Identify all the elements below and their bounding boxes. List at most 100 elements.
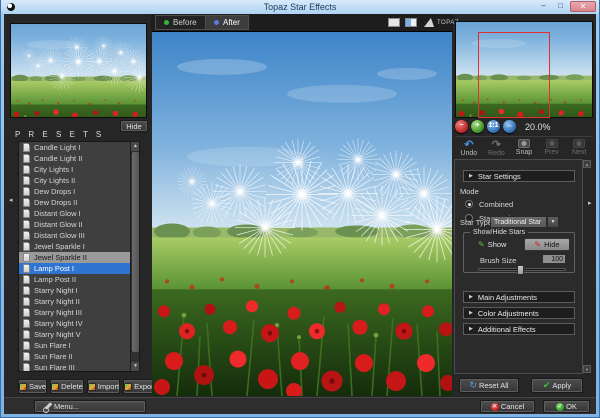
preset-doc-icon (23, 242, 30, 251)
titlebar[interactable]: Topaz Star Effects – □ ✕ (1, 0, 599, 14)
preset-item[interactable]: Sun Flare I (19, 340, 139, 351)
preset-list[interactable]: Candle Light I Candle Light II City Ligh… (18, 141, 140, 372)
preset-actions: Save Delete Import Export (18, 379, 140, 394)
star-type-label: Star Type (460, 218, 492, 227)
show-brush-icon: ✎ (478, 241, 485, 249)
split-view-icon[interactable] (405, 18, 417, 27)
adjustment-panel-header[interactable]: Main Adjustments (463, 291, 575, 303)
preset-item[interactable]: Jewel Sparkle II (19, 252, 139, 263)
history-toolbar: Undo Redo Snap Prev (455, 139, 593, 160)
single-view-icon[interactable] (388, 18, 400, 27)
preset-action-button[interactable]: Save (18, 379, 47, 394)
logo-triangle-icon (424, 18, 436, 27)
preset-label: Starry Night III (34, 308, 82, 317)
dropdown-arrow-icon[interactable]: ▼ (547, 216, 559, 228)
thumbnail-hide-button[interactable]: Hide (120, 120, 148, 132)
preset-item[interactable]: Starry Night V (19, 329, 139, 340)
cancel-button[interactable]: ✕ Cancel (480, 400, 535, 413)
scroll-down-icon[interactable]: ▼ (131, 362, 140, 371)
preset-label: Distant Glow I (34, 209, 81, 218)
preset-doc-icon (23, 352, 30, 361)
scroll-down-icon[interactable]: ▼ (583, 365, 591, 373)
preset-label: Jewel Sparkle I (34, 242, 85, 251)
scroll-up-icon[interactable]: ▲ (131, 142, 140, 151)
preset-doc-icon (23, 363, 30, 372)
preset-label: Distant Glow III (34, 231, 85, 240)
preset-item[interactable]: Sun Flare II (19, 351, 139, 362)
zoom-button[interactable]: − (455, 120, 468, 133)
ok-check-icon: ✓ (556, 403, 564, 411)
maximize-button[interactable]: □ (553, 1, 568, 12)
preset-item[interactable]: Jewel Sparkle I (19, 241, 139, 252)
preset-list-scrollbar[interactable]: ▲ ▼ (130, 142, 139, 371)
showhide-stars-group: Show/Hide Stars ✎ Show ✎ Hide Brush Size… (463, 232, 575, 273)
preset-action-button[interactable]: Import (87, 379, 120, 394)
preset-item[interactable]: Starry Night IV (19, 318, 139, 329)
reset-all-button[interactable]: ↻ Reset All (459, 378, 519, 393)
scroll-up-icon[interactable]: ▲ (583, 160, 591, 168)
minimize-button[interactable]: – (536, 1, 551, 12)
preset-label: Sun Flare I (34, 341, 71, 350)
star-type-dropdown[interactable]: Traditional Star (490, 216, 547, 228)
tab-after[interactable]: After (205, 15, 249, 30)
show-brush-button[interactable]: ✎ Show (478, 240, 506, 249)
preset-item[interactable]: Lamp Post I (19, 263, 139, 274)
ok-button[interactable]: ✓ OK (543, 400, 590, 413)
preset-doc-icon (23, 198, 30, 207)
radio-combined[interactable] (465, 200, 473, 208)
menu-button[interactable]: Menu... (34, 400, 146, 413)
preset-item[interactable]: Sun Flare III (19, 362, 139, 372)
preset-item[interactable]: City Lights II (19, 175, 139, 186)
star-settings-header[interactable]: Star Settings (463, 170, 575, 182)
preset-doc-icon (23, 341, 30, 350)
reset-icon: ↻ (469, 381, 477, 390)
slider-handle[interactable] (517, 265, 524, 275)
preset-label: Starry Night I (34, 286, 78, 295)
history-button[interactable]: Redo (483, 139, 511, 160)
bottom-bar: Menu... ✕ Cancel ✓ OK (4, 397, 596, 414)
adjustment-panel-header[interactable]: Additional Effects (463, 323, 575, 335)
preset-label: Starry Night IV (34, 319, 83, 328)
history-icon (518, 139, 530, 148)
zoom-button[interactable]: 1:1 (487, 120, 500, 133)
preset-item[interactable]: Candle Light I (19, 142, 139, 153)
history-button[interactable]: Next (565, 139, 593, 160)
preset-item[interactable]: Starry Night II (19, 296, 139, 307)
navigator-view-rect[interactable] (478, 32, 550, 118)
brush-size-value[interactable]: 100 (542, 254, 566, 264)
preset-item[interactable]: Distant Glow III (19, 230, 139, 241)
preset-item[interactable]: Candle Light II (19, 153, 139, 164)
apply-button[interactable]: ✔ Apply (531, 378, 583, 393)
scrollbar-thumb[interactable] (132, 152, 139, 352)
adjustment-panel-header[interactable]: Color Adjustments (463, 307, 575, 319)
preset-item[interactable]: Distant Glow II (19, 219, 139, 230)
history-button[interactable]: Prev (538, 139, 566, 160)
preset-item[interactable]: Lamp Post II (19, 274, 139, 285)
collapse-right-panel-icon[interactable]: ▸ (588, 199, 595, 208)
preset-item[interactable]: City Lights I (19, 164, 139, 175)
preset-item[interactable]: Dew Drops II (19, 197, 139, 208)
close-button[interactable]: ✕ (570, 1, 596, 12)
image-canvas[interactable] (152, 31, 452, 396)
preset-action-button[interactable]: Delete (50, 379, 84, 394)
preset-item[interactable]: Dew Drops I (19, 186, 139, 197)
preset-item[interactable]: Starry Night III (19, 307, 139, 318)
preset-item[interactable]: Starry Night I (19, 285, 139, 296)
preset-doc-icon (23, 143, 30, 152)
navigator-thumbnail[interactable] (455, 21, 593, 118)
preset-label: Sun Flare III (34, 363, 75, 372)
preset-action-icon (88, 383, 96, 391)
history-button[interactable]: Undo (455, 139, 483, 160)
brush-size-slider[interactable] (478, 268, 566, 271)
preset-label: Lamp Post II (34, 275, 76, 284)
preset-doc-icon (23, 264, 30, 273)
hide-brush-button[interactable]: ✎ Hide (524, 238, 570, 251)
preview-thumbnail (10, 23, 147, 118)
zoom-button[interactable]: ↔ (503, 120, 516, 133)
history-button[interactable]: Snap (510, 139, 538, 160)
settings-scrollbar[interactable]: ▲ ▼ (583, 160, 591, 373)
zoom-button[interactable]: + (471, 120, 484, 133)
preset-item[interactable]: Distant Glow I (19, 208, 139, 219)
collapse-left-panel-icon[interactable]: ◂ (9, 196, 16, 205)
tab-before[interactable]: Before (155, 15, 206, 30)
